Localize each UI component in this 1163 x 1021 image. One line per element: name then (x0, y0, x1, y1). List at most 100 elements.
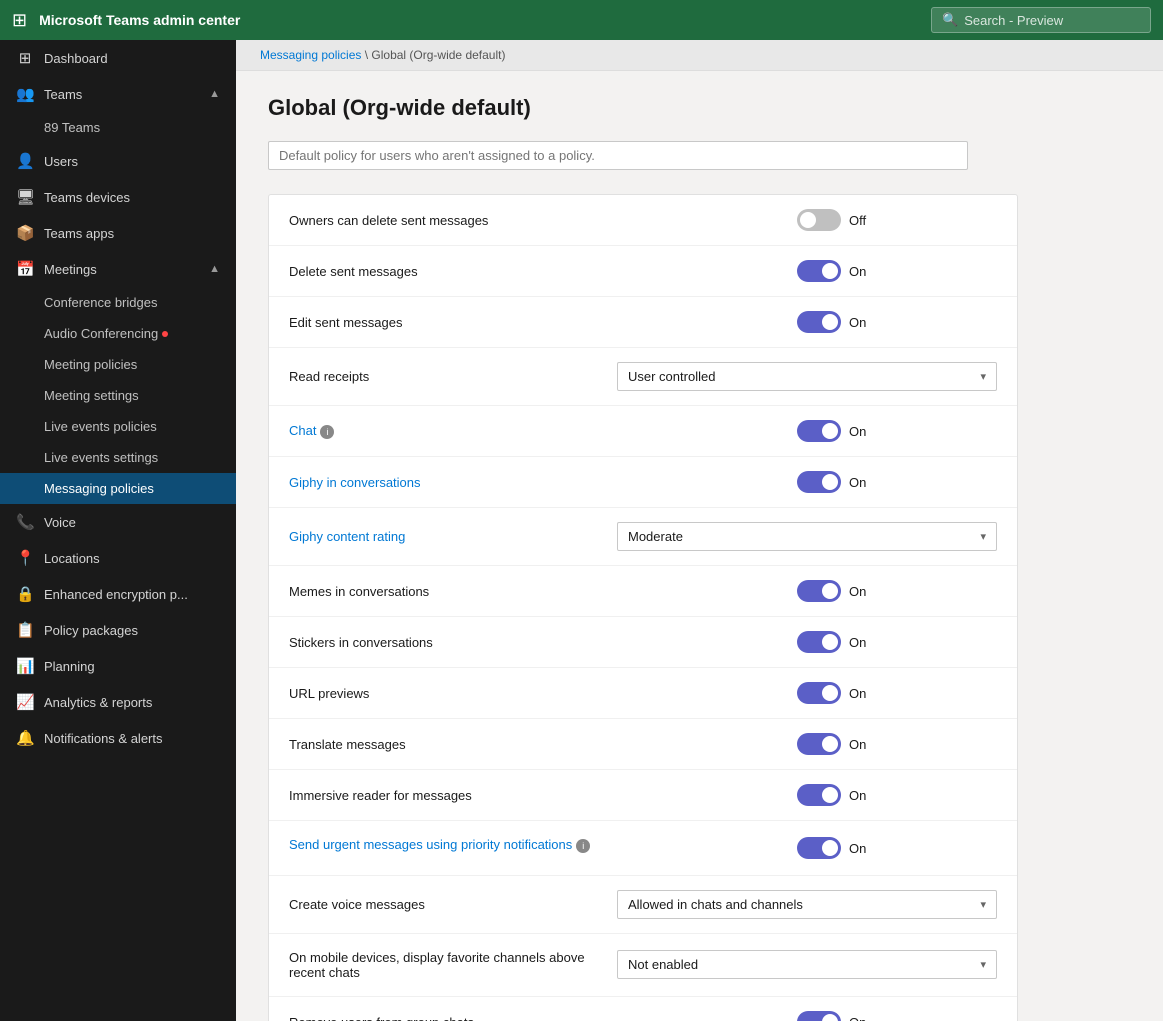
toggle-wrap-immersive-reader: On (797, 784, 866, 806)
dropdown-voice-messages[interactable]: Allowed in chats and channels ▾ (617, 890, 997, 919)
sidebar-sub-teams-89[interactable]: 89 Teams (0, 112, 236, 143)
page-title: Global (Org-wide default) (268, 95, 1131, 121)
sub-label-messaging-policies: Messaging policies (44, 481, 154, 496)
dropdown-chevron-mobile-favorite: ▾ (980, 958, 986, 971)
topbar: ⊞ Microsoft Teams admin center 🔍 (0, 0, 1163, 40)
search-input[interactable] (964, 13, 1140, 28)
sidebar-item-analytics-reports[interactable]: 📈 Analytics & reports (0, 684, 236, 720)
sidebar-sub-audio-conferencing[interactable]: Audio Conferencing (0, 318, 236, 349)
settings-card: Owners can delete sent messages Off Dele… (268, 194, 1018, 1021)
nav-icon-meetings: 📅 (16, 260, 34, 278)
dropdown-mobile-favorite[interactable]: Not enabled ▾ (617, 950, 997, 979)
sidebar-item-notifications-alerts[interactable]: 🔔 Notifications & alerts (0, 720, 236, 756)
toggle-translate-messages[interactable] (797, 733, 841, 755)
control-translate-messages: On (797, 733, 997, 755)
sidebar-item-dashboard[interactable]: ⊞ Dashboard (0, 40, 236, 76)
sidebar-item-teams-devices[interactable]: 🖥 Teams devices (0, 179, 236, 215)
sidebar-item-locations[interactable]: 📍 Locations (0, 540, 236, 576)
notification-dot (162, 331, 168, 337)
control-giphy-conversations: On (797, 471, 997, 493)
nav-label-planning: Planning (44, 659, 220, 674)
setting-row-remove-group-chat: Remove users from group chats On (269, 997, 1017, 1021)
toggle-wrap-url-previews: On (797, 682, 866, 704)
breadcrumb-parent[interactable]: Messaging policies (260, 48, 361, 62)
sidebar-sub-conference-bridges[interactable]: Conference bridges (0, 287, 236, 318)
setting-row-immersive-reader: Immersive reader for messages On (269, 770, 1017, 821)
dropdown-value-mobile-favorite: Not enabled (628, 957, 698, 972)
nav-label-analytics-reports: Analytics & reports (44, 695, 220, 710)
nav-icon-teams-devices: 🖥 (16, 188, 34, 206)
setting-row-read-receipts: Read receipts User controlled ▾ (269, 348, 1017, 406)
toggle-remove-group-chat[interactable] (797, 1011, 841, 1021)
info-icon-chat[interactable]: i (320, 425, 334, 439)
toggle-label-url-previews: On (849, 686, 866, 701)
sub-label-conference-bridges: Conference bridges (44, 295, 157, 310)
description-input[interactable] (268, 141, 968, 170)
toggle-edit-sent[interactable] (797, 311, 841, 333)
setting-label-voice-messages: Create voice messages (289, 897, 617, 912)
grid-icon[interactable]: ⊞ (12, 10, 27, 31)
sidebar-item-enhanced-encryption[interactable]: 🔒 Enhanced encryption p... (0, 576, 236, 612)
setting-label-urgent-messages: Send urgent messages using priority noti… (289, 837, 797, 853)
sidebar-sub-meeting-settings[interactable]: Meeting settings (0, 380, 236, 411)
sidebar-sub-meeting-policies[interactable]: Meeting policies (0, 349, 236, 380)
toggle-label-stickers-conversations: On (849, 635, 866, 650)
toggle-delete-sent[interactable] (797, 260, 841, 282)
nav-label-teams-devices: Teams devices (44, 190, 220, 205)
nav-label-teams: Teams (44, 87, 199, 102)
toggle-label-edit-sent: On (849, 315, 866, 330)
setting-row-stickers-conversations: Stickers in conversations On (269, 617, 1017, 668)
sidebar-sub-live-events-settings[interactable]: Live events settings (0, 442, 236, 473)
control-delete-sent: On (797, 260, 997, 282)
nav-icon-dashboard: ⊞ (16, 49, 34, 67)
toggle-chat[interactable] (797, 420, 841, 442)
nav-icon-teams: 👥 (16, 85, 34, 103)
breadcrumb-current: Global (Org-wide default) (371, 48, 505, 62)
sub-label-meeting-settings: Meeting settings (44, 388, 139, 403)
toggle-wrap-stickers-conversations: On (797, 631, 866, 653)
sidebar-sub-messaging-policies[interactable]: Messaging policies (0, 473, 236, 504)
nav-icon-enhanced-encryption: 🔒 (16, 585, 34, 603)
control-urgent-messages: On (797, 837, 997, 859)
toggle-urgent-messages[interactable] (797, 837, 841, 859)
toggle-label-giphy-conversations: On (849, 475, 866, 490)
sidebar-item-planning[interactable]: 📊 Planning (0, 648, 236, 684)
sidebar-item-teams-apps[interactable]: 📦 Teams apps (0, 215, 236, 251)
nav-label-locations: Locations (44, 551, 220, 566)
toggle-url-previews[interactable] (797, 682, 841, 704)
toggle-immersive-reader[interactable] (797, 784, 841, 806)
toggle-wrap-giphy-conversations: On (797, 471, 866, 493)
info-icon-urgent-messages[interactable]: i (576, 839, 590, 853)
setting-label-giphy-content-rating: Giphy content rating (289, 529, 617, 544)
dropdown-read-receipts[interactable]: User controlled ▾ (617, 362, 997, 391)
control-stickers-conversations: On (797, 631, 997, 653)
setting-label-read-receipts: Read receipts (289, 369, 617, 384)
setting-row-chat: Chati On (269, 406, 1017, 457)
nav-icon-users: 👤 (16, 152, 34, 170)
dropdown-chevron-giphy-content-rating: ▾ (980, 530, 986, 543)
sidebar-item-meetings[interactable]: 📅 Meetings ▲ (0, 251, 236, 287)
sidebar-item-policy-packages[interactable]: 📋 Policy packages (0, 612, 236, 648)
setting-label-mobile-favorite: On mobile devices, display favorite chan… (289, 950, 617, 980)
sidebar-item-voice[interactable]: 📞 Voice (0, 504, 236, 540)
toggle-wrap-owners-delete: Off (797, 209, 866, 231)
nav-icon-teams-apps: 📦 (16, 224, 34, 242)
sidebar-item-users[interactable]: 👤 Users (0, 143, 236, 179)
setting-row-giphy-conversations: Giphy in conversations On (269, 457, 1017, 508)
toggle-owners-delete[interactable] (797, 209, 841, 231)
control-immersive-reader: On (797, 784, 997, 806)
search-icon: 🔍 (942, 12, 958, 28)
control-memes-conversations: On (797, 580, 997, 602)
setting-row-memes-conversations: Memes in conversations On (269, 566, 1017, 617)
control-url-previews: On (797, 682, 997, 704)
toggle-memes-conversations[interactable] (797, 580, 841, 602)
sidebar-sub-live-events-policies[interactable]: Live events policies (0, 411, 236, 442)
toggle-stickers-conversations[interactable] (797, 631, 841, 653)
layout: ⊞ Dashboard 👥 Teams ▲ 89 Teams 👤 Users 🖥… (0, 40, 1163, 1021)
toggle-label-immersive-reader: On (849, 788, 866, 803)
toggle-label-memes-conversations: On (849, 584, 866, 599)
search-box[interactable]: 🔍 (931, 7, 1151, 33)
toggle-giphy-conversations[interactable] (797, 471, 841, 493)
sidebar-item-teams[interactable]: 👥 Teams ▲ (0, 76, 236, 112)
dropdown-giphy-content-rating[interactable]: Moderate ▾ (617, 522, 997, 551)
